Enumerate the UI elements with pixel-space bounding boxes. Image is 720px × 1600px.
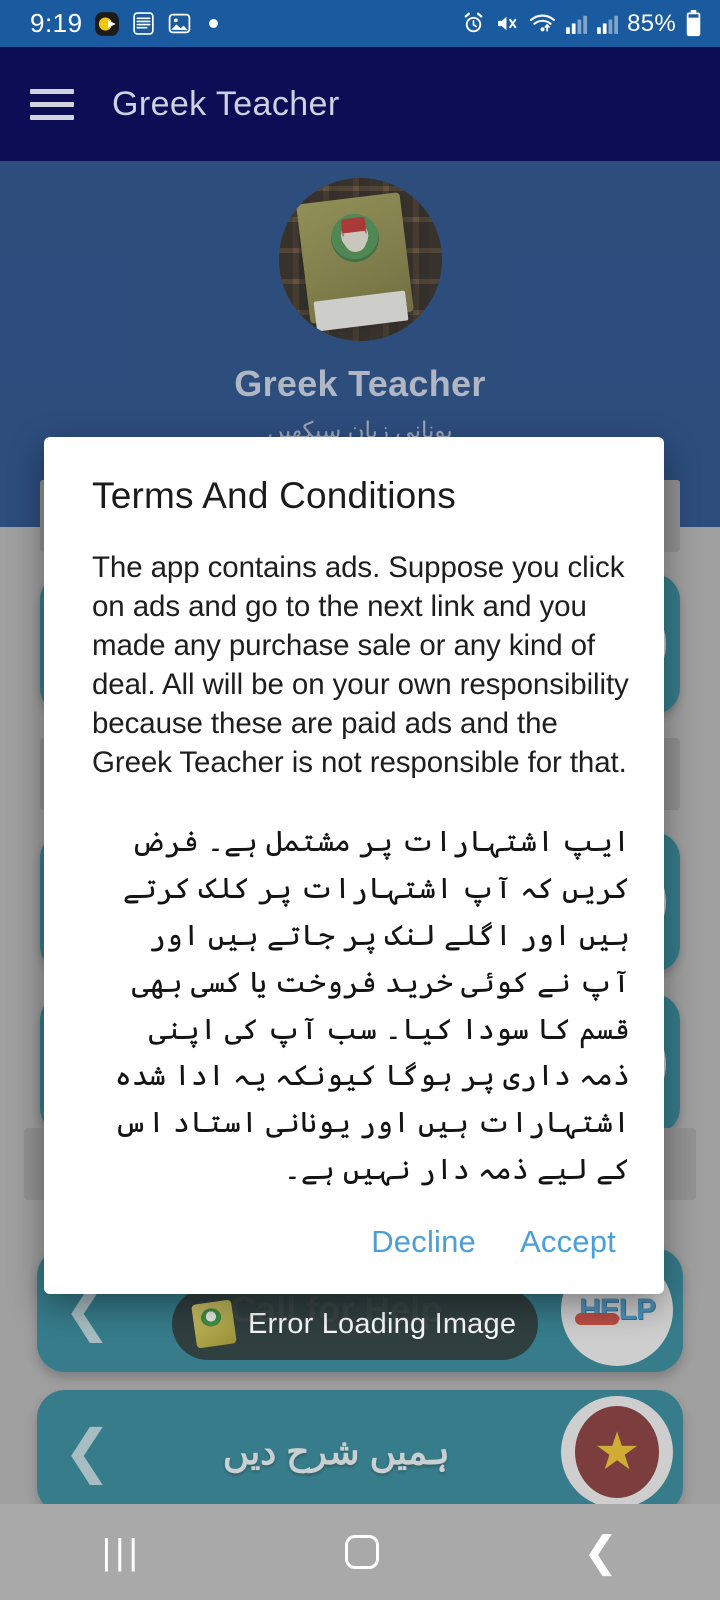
phone-screen: 9:19 85% Greek Teacher Greek Teacher یون…	[0, 0, 720, 1600]
hamburger-menu-icon[interactable]	[30, 88, 74, 120]
dialog-body-english: The app contains ads. Suppose you click …	[92, 551, 629, 779]
back-icon[interactable]: ❮	[583, 1531, 618, 1573]
accept-button[interactable]: Accept	[520, 1224, 616, 1260]
system-navigation-bar: ||| ❮	[0, 1504, 720, 1600]
signal-bars-1-icon	[565, 13, 588, 35]
wifi-icon	[529, 11, 556, 36]
toast-message: Error Loading Image	[248, 1307, 517, 1340]
dialog-body-urdu: ایپ اشتہارات پر مشتمل ہے۔ فرض کریں کہ آپ…	[113, 825, 630, 1187]
status-bar-left: 9:19	[30, 8, 461, 39]
dialog-title: Terms And Conditions	[92, 475, 456, 516]
decline-button[interactable]: Decline	[371, 1224, 476, 1260]
app-bar: Greek Teacher	[0, 47, 720, 161]
media-player-icon	[94, 11, 120, 37]
book-thumbnail-icon	[191, 1299, 237, 1349]
recents-icon[interactable]: |||	[102, 1531, 142, 1573]
error-toast: Error Loading Image	[172, 1288, 538, 1360]
terms-and-conditions-dialog: Terms And Conditions The app contains ad…	[44, 437, 664, 1295]
battery-percent-label: 85%	[627, 9, 676, 37]
document-icon	[131, 11, 156, 36]
dot-indicator	[208, 19, 218, 28]
mute-vibrate-icon	[495, 11, 520, 36]
photo-icon	[167, 11, 192, 36]
signal-bars-2-icon	[596, 13, 619, 35]
home-icon[interactable]	[345, 1535, 380, 1569]
app-bar-title: Greek Teacher	[112, 84, 340, 123]
battery-icon	[685, 10, 702, 37]
dialog-actions: Decline Accept	[92, 1194, 630, 1286]
status-bar-right: 85%	[461, 10, 702, 38]
alarm-icon	[461, 11, 486, 36]
status-bar: 9:19 85%	[0, 0, 720, 47]
status-bar-clock: 9:19	[30, 8, 83, 38]
